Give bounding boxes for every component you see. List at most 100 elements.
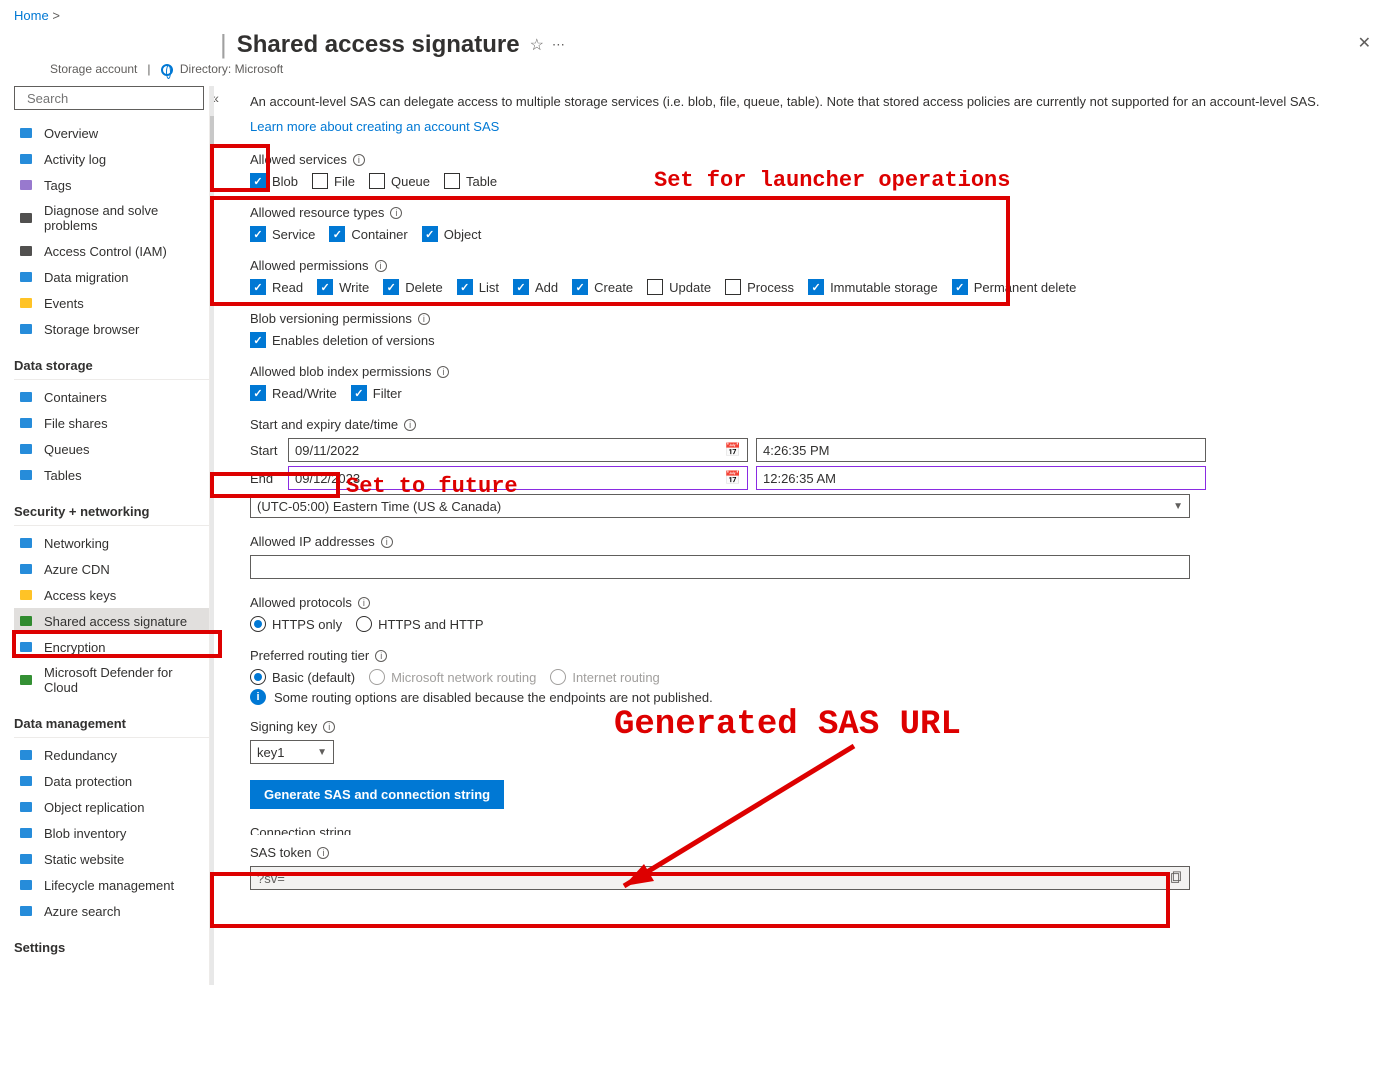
bver-enables-deletion-of-versions[interactable]: Enables deletion of versions [250, 332, 435, 348]
perm-delete[interactable]: Delete [383, 279, 443, 295]
sidebar-item-encryption[interactable]: Encryption [14, 634, 209, 660]
sidebar-item-data-migration[interactable]: Data migration [14, 264, 209, 290]
end-time-input[interactable]: 12:26:35 AM [756, 466, 1206, 490]
info-icon[interactable]: i [375, 650, 387, 662]
service-blob[interactable]: Blob [250, 173, 298, 189]
checkbox[interactable] [457, 279, 473, 295]
radio[interactable] [250, 616, 266, 632]
perm-immutable-storage[interactable]: Immutable storage [808, 279, 938, 295]
sidebar-item-tags[interactable]: Tags [14, 172, 209, 198]
resource-container[interactable]: Container [329, 226, 407, 242]
checkbox[interactable] [250, 226, 266, 242]
info-icon[interactable]: i [381, 536, 393, 548]
start-date-input[interactable]: 09/11/2022📅 [288, 438, 748, 462]
copy-icon[interactable] [1169, 871, 1183, 885]
checkbox[interactable] [952, 279, 968, 295]
info-icon[interactable]: i [353, 154, 365, 166]
search-input[interactable] [27, 91, 203, 106]
timezone-select[interactable]: (UTC-05:00) Eastern Time (US & Canada)▼ [250, 494, 1190, 518]
info-icon[interactable]: i [418, 313, 430, 325]
checkbox[interactable] [647, 279, 663, 295]
info-icon[interactable]: i [323, 721, 335, 733]
radio[interactable] [250, 669, 266, 685]
close-icon[interactable]: ✕ [1358, 33, 1371, 53]
sidebar-item-blob-inventory[interactable]: Blob inventory [14, 820, 209, 846]
perm-list[interactable]: List [457, 279, 499, 295]
more-icon[interactable]: ⋯ [552, 37, 565, 53]
checkbox[interactable] [250, 279, 266, 295]
checkbox[interactable] [444, 173, 460, 189]
perm-read[interactable]: Read [250, 279, 303, 295]
service-queue[interactable]: Queue [369, 173, 430, 189]
perm-update[interactable]: Update [647, 279, 711, 295]
perm-create[interactable]: Create [572, 279, 633, 295]
info-icon[interactable]: i [358, 597, 370, 609]
sidebar-item-access-control-iam-[interactable]: Access Control (IAM) [14, 238, 209, 264]
perm-add[interactable]: Add [513, 279, 558, 295]
checkbox[interactable] [351, 385, 367, 401]
sidebar-item-static-website[interactable]: Static website [14, 846, 209, 872]
info-icon[interactable]: i [437, 366, 449, 378]
checkbox[interactable] [725, 279, 741, 295]
generate-button[interactable]: Generate SAS and connection string [250, 780, 504, 809]
signing-key-select[interactable]: key1▼ [250, 740, 334, 764]
sidebar-item-file-shares[interactable]: File shares [14, 410, 209, 436]
bidx-read-write[interactable]: Read/Write [250, 385, 337, 401]
search-input-wrapper[interactable] [14, 86, 204, 110]
protocol-https-only[interactable]: HTTPS only [250, 616, 342, 632]
protocol-https-and-http[interactable]: HTTPS and HTTP [356, 616, 483, 632]
favorite-icon[interactable]: ☆ [530, 35, 544, 55]
sidebar-item-shared-access-signature[interactable]: Shared access signature [14, 608, 209, 634]
info-icon[interactable]: i [317, 847, 329, 859]
checkbox[interactable] [383, 279, 399, 295]
ip-input[interactable] [250, 555, 1190, 579]
resource-object[interactable]: Object [422, 226, 482, 242]
scrollbar-thumb[interactable] [210, 116, 214, 161]
start-time-input[interactable]: 4:26:35 PM [756, 438, 1206, 462]
sidebar-item-access-keys[interactable]: Access keys [14, 582, 209, 608]
sidebar-item-networking[interactable]: Networking [14, 530, 209, 556]
sidebar-item-microsoft-defender-for-cloud[interactable]: Microsoft Defender for Cloud [14, 660, 209, 700]
learn-more-link[interactable]: Learn more about creating an account SAS [250, 119, 499, 134]
sidebar-item-queues[interactable]: Queues [14, 436, 209, 462]
checkbox[interactable] [513, 279, 529, 295]
end-date-input[interactable]: 09/12/2023📅 [288, 466, 748, 490]
sidebar-item-activity-log[interactable]: Activity log [14, 146, 209, 172]
info-icon[interactable]: i [404, 419, 416, 431]
sas-token-field[interactable]: ?sv= [250, 866, 1190, 890]
sidebar-item-events[interactable]: Events [14, 290, 209, 316]
checkbox[interactable] [369, 173, 385, 189]
breadcrumb-home[interactable]: Home [14, 8, 49, 23]
sidebar-item-azure-search[interactable]: Azure search [14, 898, 209, 924]
sidebar-item-redundancy[interactable]: Redundancy [14, 742, 209, 768]
bidx-filter[interactable]: Filter [351, 385, 402, 401]
sidebar-item-lifecycle-management[interactable]: Lifecycle management [14, 872, 209, 898]
sidebar-item-object-replication[interactable]: Object replication [14, 794, 209, 820]
info-icon[interactable]: i [375, 260, 387, 272]
checkbox[interactable] [250, 332, 266, 348]
checkbox[interactable] [329, 226, 345, 242]
sidebar-item-overview[interactable]: Overview [14, 120, 209, 146]
sidebar-item-data-protection[interactable]: Data protection [14, 768, 209, 794]
checkbox[interactable] [808, 279, 824, 295]
perm-process[interactable]: Process [725, 279, 794, 295]
checkbox[interactable] [250, 173, 266, 189]
service-file[interactable]: File [312, 173, 355, 189]
perm-permanent-delete[interactable]: Permanent delete [952, 279, 1077, 295]
sidebar-item-tables[interactable]: Tables [14, 462, 209, 488]
checkbox[interactable] [572, 279, 588, 295]
perm-write[interactable]: Write [317, 279, 369, 295]
service-table[interactable]: Table [444, 173, 497, 189]
routing-basic-default-[interactable]: Basic (default) [250, 669, 355, 685]
checkbox[interactable] [422, 226, 438, 242]
sidebar-item-storage-browser[interactable]: Storage browser [14, 316, 209, 342]
resource-service[interactable]: Service [250, 226, 315, 242]
radio[interactable] [356, 616, 372, 632]
sidebar-item-azure-cdn[interactable]: Azure CDN [14, 556, 209, 582]
checkbox[interactable] [312, 173, 328, 189]
sidebar-item-diagnose-and-solve-problems[interactable]: Diagnose and solve problems [14, 198, 209, 238]
sidebar-item-containers[interactable]: Containers [14, 384, 209, 410]
info-icon[interactable]: i [390, 207, 402, 219]
checkbox[interactable] [317, 279, 333, 295]
checkbox[interactable] [250, 385, 266, 401]
